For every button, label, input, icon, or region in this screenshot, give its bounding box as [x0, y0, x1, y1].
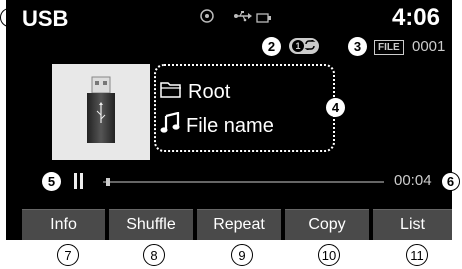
shuffle-button[interactable]: Shuffle: [109, 209, 193, 240]
folder-row: Root: [160, 80, 230, 104]
usb-icon: [234, 9, 252, 27]
repeat-button[interactable]: Repeat: [197, 209, 281, 240]
repeat-one-indicator: 1: [289, 38, 319, 54]
callout-2: 2: [262, 37, 281, 56]
callout-7: 7: [57, 244, 79, 266]
callout-5: 5: [42, 172, 61, 191]
media-screen: USB 4:06 2 1 3 FILE 0001 Root File name …: [6, 0, 452, 240]
callout-8: 8: [143, 244, 165, 266]
callout-3: 3: [348, 37, 367, 56]
music-note-icon: [160, 111, 180, 140]
callout-11: 11: [406, 244, 428, 266]
source-label: USB: [22, 6, 69, 31]
file-name: File name: [186, 114, 274, 137]
usb-drive-icon: [81, 75, 121, 150]
file-row: File name: [160, 111, 274, 140]
pause-icon[interactable]: [74, 173, 84, 194]
device-icon: [256, 10, 272, 28]
file-number: 0001: [412, 38, 446, 55]
folder-icon: [160, 80, 182, 104]
callout-6: 6: [441, 172, 460, 191]
info-button[interactable]: Info: [22, 209, 105, 240]
progress-bar[interactable]: [103, 181, 384, 183]
progress-knob[interactable]: [105, 178, 110, 186]
copy-button[interactable]: Copy: [285, 209, 369, 240]
repeat-count: 1: [292, 40, 304, 52]
file-tag: FILE: [374, 40, 404, 55]
callout-9: 9: [231, 244, 253, 266]
repeat-icon: [304, 37, 316, 55]
list-button[interactable]: List: [373, 209, 452, 240]
callout-4: 4: [326, 98, 345, 117]
folder-name: Root: [188, 80, 231, 103]
disc-icon: [200, 9, 214, 28]
callout-10: 10: [318, 244, 340, 266]
album-art: [52, 64, 150, 160]
track-info-box: Root File name: [154, 64, 335, 152]
clock: 4:06: [391, 4, 440, 31]
elapsed-time: 00:04: [394, 172, 432, 189]
